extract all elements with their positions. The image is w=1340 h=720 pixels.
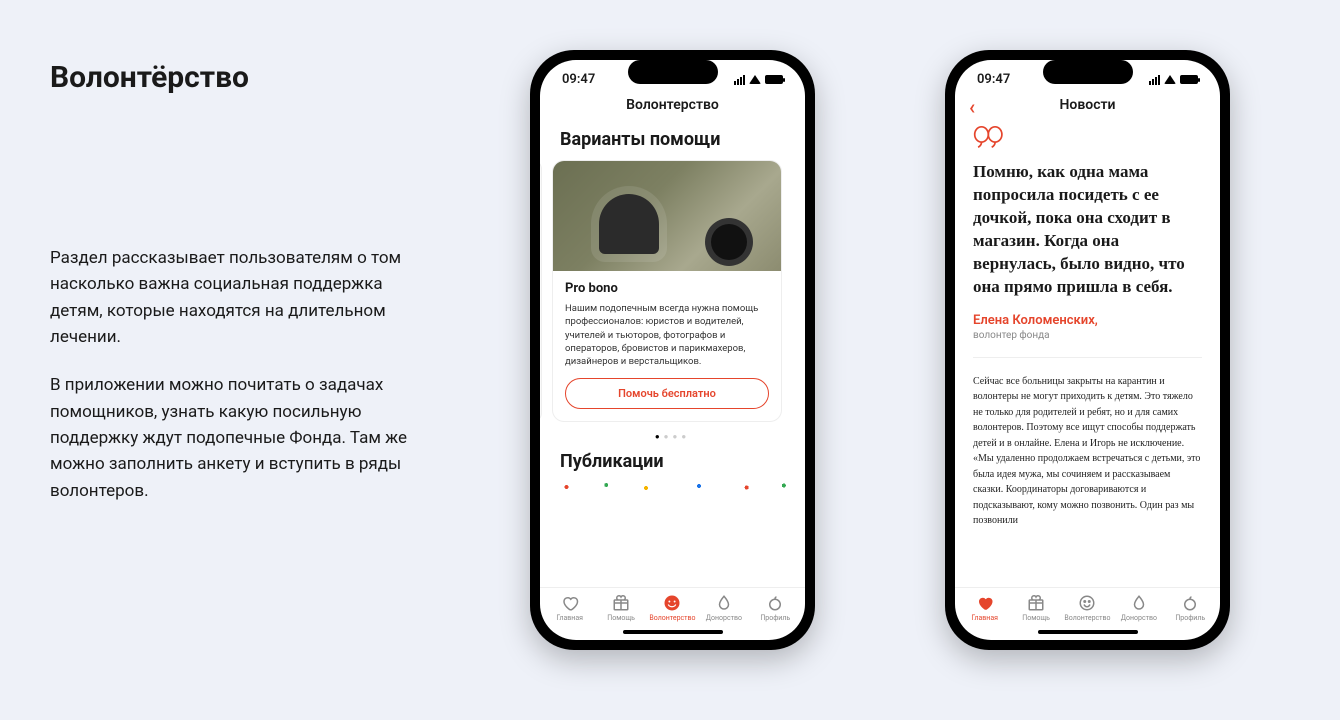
tab-label: Помощь [1022, 614, 1050, 622]
card-image [553, 161, 781, 271]
signal-icon [734, 75, 745, 85]
tab-home[interactable]: Главная [544, 594, 595, 622]
wifi-icon [749, 75, 761, 84]
back-button[interactable]: ‹ [969, 95, 975, 119]
divider [973, 357, 1202, 358]
tab-label: Профиль [1175, 614, 1205, 622]
drop-icon [715, 594, 733, 612]
article-body: Сейчас все больницы закрыты на карантин … [973, 374, 1202, 529]
help-free-button[interactable]: Помочь бесплатно [565, 378, 769, 409]
tab-profile[interactable]: Профиль [750, 594, 801, 622]
wifi-icon [1164, 75, 1176, 84]
info-column: Волонтёрство Раздел рассказывает пользов… [50, 50, 420, 526]
phone-notch [1043, 60, 1133, 84]
tab-label: Донорство [706, 614, 742, 622]
home-indicator [623, 630, 723, 634]
heart-icon [976, 594, 994, 612]
tab-volunteering[interactable]: Волонтерство [647, 594, 698, 622]
description-paragraph-2: В приложении можно почитать о задачах по… [50, 372, 420, 504]
tab-help[interactable]: Помощь [1010, 594, 1061, 622]
help-options-carousel[interactable]: Pro bono Нашим подопечным всегда нужна п… [540, 160, 791, 422]
smile-icon [663, 594, 681, 612]
gift-icon [612, 594, 630, 612]
gift-icon [1027, 594, 1045, 612]
status-time: 09:47 [977, 72, 1010, 87]
signal-icon [1149, 75, 1160, 85]
tab-help[interactable]: Помощь [595, 594, 646, 622]
quote-icon [973, 125, 1202, 153]
battery-icon [1180, 75, 1198, 84]
tab-label: Волонтерство [649, 614, 695, 622]
tab-profile[interactable]: Профиль [1165, 594, 1216, 622]
tab-label: Профиль [760, 614, 790, 622]
card-text: Нашим подопечным всегда нужна помощь про… [565, 302, 769, 368]
tab-label: Главная [556, 614, 583, 622]
section-title-help-options: Варианты помощи [560, 129, 791, 150]
quote-author: Елена Коломенских, [973, 313, 1202, 328]
page-title: Волонтёрство [50, 60, 420, 95]
smile-icon [1078, 594, 1096, 612]
battery-icon [765, 75, 783, 84]
phone-mockup-news: 09:47 ‹ Новости [945, 50, 1230, 650]
tab-label: Главная [971, 614, 998, 622]
tab-donor[interactable]: Донорство [1113, 594, 1164, 622]
card-title: Pro bono [565, 281, 769, 296]
apple-icon [1181, 594, 1199, 612]
tab-label: Донорство [1121, 614, 1157, 622]
description-paragraph-1: Раздел рассказывает пользователям о том … [50, 245, 420, 350]
section-title-publications: Публикации [560, 451, 791, 472]
help-card-probono[interactable]: Pro bono Нашим подопечным всегда нужна п… [552, 160, 782, 422]
nav-title: Новости [1060, 97, 1116, 113]
carousel-dots: ●●●● [554, 432, 791, 441]
apple-icon [766, 594, 784, 612]
tab-label: Волонтерство [1064, 614, 1110, 622]
nav-title: Волонтерство [540, 91, 805, 123]
tab-volunteering[interactable]: Волонтерство [1062, 594, 1113, 622]
card-peek-left[interactable] [540, 160, 542, 422]
quote-author-role: волонтер фонда [973, 330, 1202, 341]
drop-icon [1130, 594, 1148, 612]
tab-donor[interactable]: Донорство [698, 594, 749, 622]
quote-text: Помню, как одна мама попросила посидеть … [973, 161, 1202, 299]
tab-home[interactable]: Главная [959, 594, 1010, 622]
tab-label: Помощь [607, 614, 635, 622]
phone-notch [628, 60, 718, 84]
home-indicator [1038, 630, 1138, 634]
status-time: 09:47 [562, 72, 595, 87]
heart-icon [561, 594, 579, 612]
confetti-decoration [540, 482, 805, 492]
phone-mockup-volunteering: 09:47 Волонтерство Варианты помощи [530, 50, 815, 650]
tab-bar: Главная Помощь Волонтерство Донорство [540, 587, 805, 626]
tab-bar: Главная Помощь Волонтерство Донорство [955, 587, 1220, 626]
